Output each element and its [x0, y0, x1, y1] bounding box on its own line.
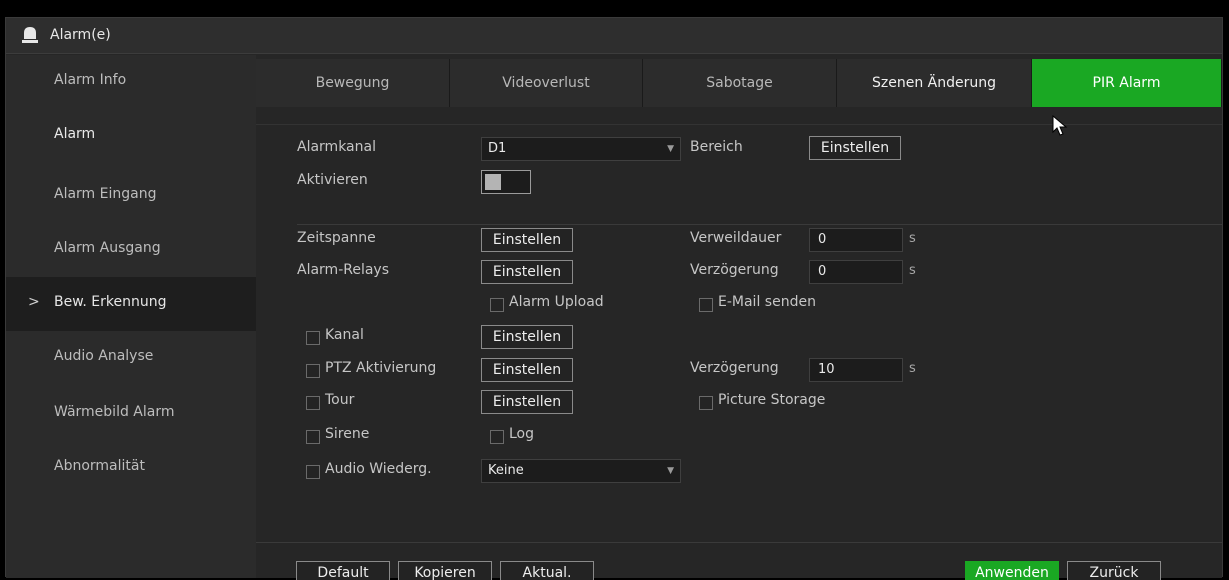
mouse-pointer-icon — [1052, 115, 1068, 136]
tab-bar: Bewegung Videoverlust Sabotage Szenen Än… — [256, 55, 1222, 109]
picture-storage-label: Picture Storage — [718, 392, 826, 408]
verzoegerung-label: Verzögerung — [690, 262, 779, 278]
sidebar-item-label: Alarm Eingang — [54, 186, 157, 202]
alarm-window: Alarm(e) Alarm Info Alarm Alarm Eingang … — [5, 17, 1223, 580]
aktivieren-toggle[interactable] — [481, 170, 531, 194]
section-divider — [297, 224, 1222, 225]
sidebar-item-label: Wärmebild Alarm — [54, 404, 175, 420]
ptz-aktivierung-checkbox[interactable] — [306, 364, 320, 378]
audio-wiederg-checkbox[interactable] — [306, 465, 320, 479]
tour-label: Tour — [325, 392, 355, 408]
anwenden-button[interactable]: Anwenden — [965, 561, 1059, 580]
aktivieren-label: Aktivieren — [297, 172, 368, 188]
alarmkanal-label: Alarmkanal — [297, 139, 376, 155]
audio-wiederg-label: Audio Wiederg. — [325, 461, 432, 477]
verweildauer-input[interactable]: 0 — [809, 228, 903, 252]
zeitspanne-einstellen-button[interactable]: Einstellen — [481, 228, 573, 252]
sirene-checkbox[interactable] — [306, 430, 320, 444]
tab-sabotage[interactable]: Sabotage — [643, 59, 837, 107]
sidebar-item-label: Audio Analyse — [54, 348, 154, 364]
tab-divider — [256, 124, 1222, 125]
ptz-einstellen-button[interactable]: Einstellen — [481, 358, 573, 382]
ptz-verzoegerung-input[interactable]: 10 — [809, 358, 903, 382]
email-senden-label: E-Mail senden — [718, 294, 816, 310]
sidebar-item-label: Alarm — [54, 126, 96, 142]
ptz-verzoegerung-unit: s — [909, 361, 916, 376]
alarm-bell-icon — [22, 27, 38, 43]
ptz-verzoegerung-label: Verzögerung — [690, 360, 779, 376]
sirene-label: Sirene — [325, 426, 370, 442]
bereich-label: Bereich — [690, 139, 743, 155]
sidebar: Alarm Info Alarm Alarm Eingang Alarm Aus… — [6, 55, 256, 578]
triangle-down-icon: ▼ — [667, 466, 674, 476]
title-bar: Alarm(e) — [6, 18, 1222, 54]
sidebar-item-alarm-info[interactable]: Alarm Info — [6, 55, 256, 109]
tab-videoverlust[interactable]: Videoverlust — [450, 59, 643, 107]
audio-wiederg-value: Keine — [488, 463, 524, 478]
alarmkanal-select[interactable]: D1 ▼ — [481, 137, 681, 161]
footer-bar: Default Kopieren Aktual. Anwenden Zurück — [256, 542, 1222, 580]
alarm-relays-label: Alarm-Relays — [297, 262, 390, 278]
sidebar-item-alarm-eingang[interactable]: Alarm Eingang — [6, 169, 256, 223]
verweildauer-label: Verweildauer — [690, 230, 782, 246]
tab-pir-alarm[interactable]: PIR Alarm — [1032, 59, 1222, 107]
log-label: Log — [509, 426, 535, 442]
tab-bewegung[interactable]: Bewegung — [256, 59, 450, 107]
tour-einstellen-button[interactable]: Einstellen — [481, 390, 573, 414]
alarm-relays-einstellen-button[interactable]: Einstellen — [481, 260, 573, 284]
log-checkbox[interactable] — [490, 430, 504, 444]
zeitspanne-label: Zeitspanne — [297, 230, 376, 246]
aktual-button[interactable]: Aktual. — [500, 561, 594, 580]
sidebar-item-label: Alarm Info — [54, 72, 127, 88]
verzoegerung-unit: s — [909, 263, 916, 278]
kanal-label: Kanal — [325, 327, 364, 343]
sidebar-item-audio-analyse[interactable]: Audio Analyse — [6, 331, 256, 385]
ptz-aktivierung-label: PTZ Aktivierung — [325, 360, 437, 376]
default-button[interactable]: Default — [296, 561, 390, 580]
alarm-upload-label: Alarm Upload — [509, 294, 604, 310]
window-title: Alarm(e) — [50, 27, 111, 43]
picture-storage-checkbox[interactable] — [699, 396, 713, 410]
email-senden-checkbox[interactable] — [699, 298, 713, 312]
kopieren-button[interactable]: Kopieren — [398, 561, 492, 580]
sidebar-item-label: Alarm Ausgang — [54, 240, 161, 256]
triangle-down-icon: ▼ — [667, 144, 674, 154]
tab-szenen-aenderung[interactable]: Szenen Änderung — [837, 59, 1032, 107]
sidebar-item-alarm[interactable]: Alarm — [6, 109, 256, 163]
sidebar-item-abnormalitaet[interactable]: Abnormalität — [6, 441, 256, 495]
zurueck-button[interactable]: Zurück — [1067, 561, 1161, 580]
sidebar-item-waermebild-alarm[interactable]: Wärmebild Alarm — [6, 387, 256, 441]
sidebar-item-alarm-ausgang[interactable]: Alarm Ausgang — [6, 223, 256, 277]
alarm-upload-checkbox[interactable] — [490, 298, 504, 312]
kanal-checkbox[interactable] — [306, 331, 320, 345]
alarmkanal-value: D1 — [488, 141, 507, 156]
kanal-einstellen-button[interactable]: Einstellen — [481, 325, 573, 349]
verweildauer-unit: s — [909, 231, 916, 246]
main-panel: Bewegung Videoverlust Sabotage Szenen Än… — [256, 55, 1222, 580]
sidebar-item-label: Abnormalität — [54, 458, 145, 474]
toggle-knob — [485, 174, 501, 190]
sidebar-item-bew-erkennung[interactable]: > Bew. Erkennung — [6, 277, 256, 331]
chevron-right-icon: > — [28, 294, 40, 310]
tour-checkbox[interactable] — [306, 396, 320, 410]
audio-wiederg-select[interactable]: Keine ▼ — [481, 459, 681, 483]
sidebar-item-label: Bew. Erkennung — [54, 294, 167, 310]
bereich-einstellen-button[interactable]: Einstellen — [809, 136, 901, 160]
verzoegerung-input[interactable]: 0 — [809, 260, 903, 284]
